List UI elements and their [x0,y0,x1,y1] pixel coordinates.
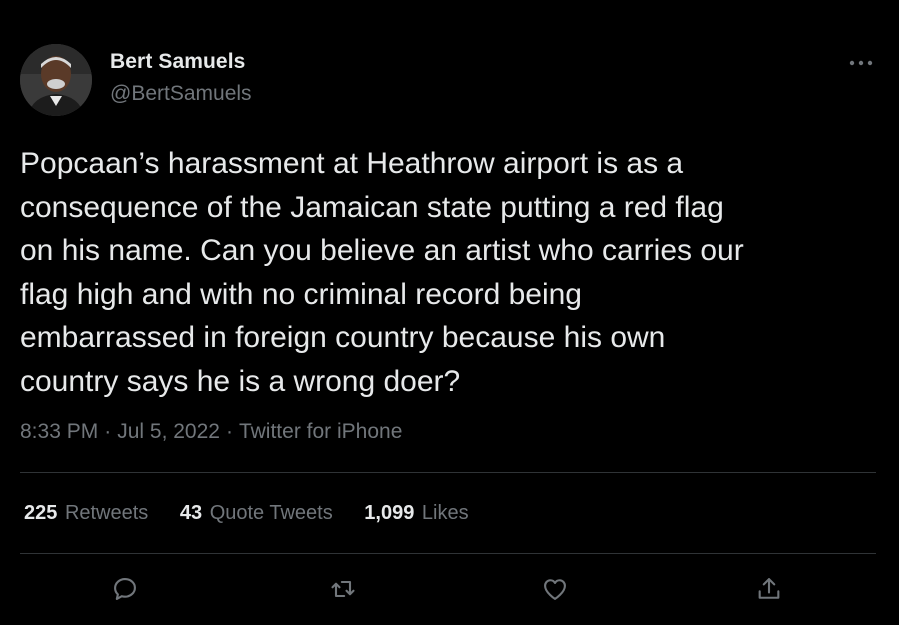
tweet-time[interactable]: 8:33 PM [20,420,98,443]
tweet-text: Popcaan’s harassment at Heathrow airport… [20,147,744,398]
retweets-count: 225 [24,502,58,524]
share-button[interactable] [751,571,787,607]
share-icon [758,578,780,599]
retweet-icon [331,580,355,598]
meta-separator: · [225,420,233,443]
ellipsis-icon [849,60,873,66]
author-avatar[interactable] [20,44,92,116]
tweet-detail: Bert Samuels @BertSamuels Popcaan’s hara… [0,0,899,625]
tweet-meta: 8:33 PM · Jul 5, 2022 · Twitter for iPhone [20,420,402,444]
likes-label: Likes [421,502,469,524]
divider [20,553,876,554]
divider [20,472,876,473]
quote-tweets-stat[interactable]: 43 Quote Tweets [180,502,333,525]
retweets-stat[interactable]: 225 Retweets [24,502,148,525]
more-options-button[interactable] [844,50,878,76]
tweet-source[interactable]: Twitter for iPhone [239,420,402,443]
like-button[interactable] [537,571,573,607]
retweets-label: Retweets [64,502,149,524]
meta-separator: · [104,420,112,443]
author-handle[interactable]: @BertSamuels [110,82,252,106]
tweet-date[interactable]: Jul 5, 2022 [117,420,220,443]
quote-tweets-label: Quote Tweets [209,502,333,524]
like-icon [544,579,566,600]
user-avatar-icon [20,44,92,116]
likes-count: 1,099 [364,502,415,524]
quote-tweets-count: 43 [179,502,203,524]
reply-button[interactable] [107,571,143,607]
retweet-button[interactable] [325,571,361,607]
author-name[interactable]: Bert Samuels [110,50,245,74]
reply-icon [114,578,136,600]
tweet-stats: 225 Retweets 43 Quote Tweets 1,099 Likes [24,502,495,525]
likes-stat[interactable]: 1,099 Likes [364,502,468,525]
